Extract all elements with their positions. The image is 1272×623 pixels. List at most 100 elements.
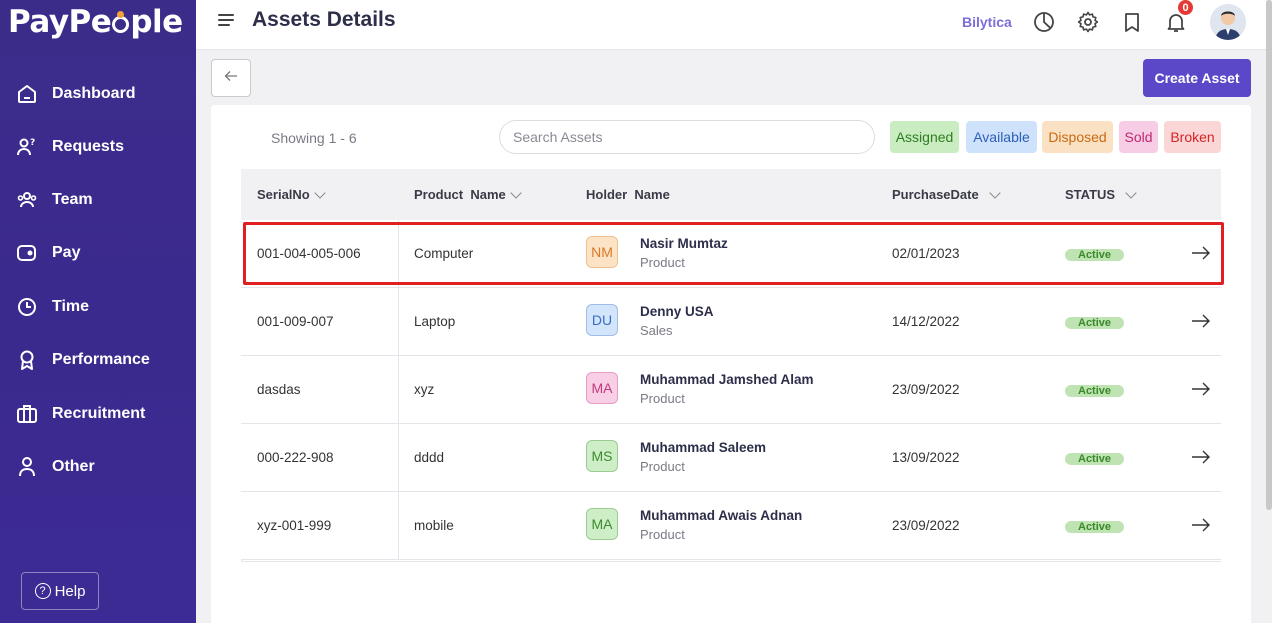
status-badge: Active [1065, 453, 1125, 465]
wallet-icon [16, 242, 38, 264]
filter-chip-available[interactable]: Available [966, 121, 1037, 153]
holder-name: Denny USA [640, 304, 714, 319]
briefcase-icon [16, 403, 38, 425]
status-badge: Active [1065, 317, 1125, 329]
logo-text-pre: PayPe [8, 4, 112, 40]
assets-card: Showing 1 - 6 Assigned Available Dispose… [211, 105, 1251, 623]
purchase-date: 23/09/2022 [892, 518, 960, 533]
arrow-right-icon[interactable] [1191, 380, 1211, 398]
product-name: dddd [414, 450, 445, 465]
table-row[interactable]: dasdas xyz MA Muhammad Jamshed Alam Product 2… [241, 356, 1221, 424]
product-name: mobile [414, 518, 454, 533]
logo-dot-icon [112, 11, 130, 33]
arrow-right-icon[interactable] [1191, 516, 1211, 534]
award-icon [16, 349, 38, 371]
sidebar-item-label: Performance [52, 351, 150, 368]
sidebar-item-time[interactable]: Time [0, 289, 196, 325]
help-button[interactable]: ? Help [21, 572, 99, 610]
serial-number: xyz-001-999 [257, 518, 332, 533]
pie-chart-icon[interactable] [1032, 10, 1056, 34]
sidebar-item-label: Other [52, 458, 95, 475]
sidebar-item-label: Dashboard [52, 85, 136, 102]
page-title: Assets Details [252, 8, 396, 31]
status-badge: Active [1065, 521, 1125, 533]
holder-name: Muhammad Saleem [640, 440, 767, 455]
help-icon: ? [34, 583, 51, 599]
sidebar-item-label: Recruitment [52, 405, 146, 422]
scrollbar[interactable] [1266, 0, 1272, 623]
purchase-date: 14/12/2022 [892, 314, 960, 329]
serial-number: 001-009-007 [257, 314, 334, 329]
column-header-status[interactable]: STATUS [1065, 186, 1137, 202]
arrow-right-icon[interactable] [1191, 312, 1211, 330]
home-icon [16, 83, 38, 105]
status-badge: Active [1065, 385, 1125, 397]
person-icon [16, 456, 38, 478]
column-header-holder-name: Holder Name [586, 187, 670, 202]
chevron-down-icon [314, 186, 326, 199]
column-header-purchase-date[interactable]: PurchaseDate [892, 186, 1001, 202]
chevron-down-icon [510, 186, 522, 199]
serial-number: 000-222-908 [257, 450, 334, 465]
table-row[interactable]: xyz-001-999 mobile MA Muhammad Awais Adnan P… [241, 492, 1221, 560]
holder-department: Product [640, 527, 685, 542]
holder-department: Product [640, 459, 685, 474]
team-icon [16, 189, 38, 211]
arrow-right-icon[interactable] [1191, 448, 1211, 466]
purchase-date: 13/09/2022 [892, 450, 960, 465]
svg-text:?: ? [30, 138, 35, 148]
holder-department: Sales [640, 323, 673, 338]
filter-chip-broken[interactable]: Broken [1164, 121, 1221, 153]
top-bar: Assets Details Bilytica 0 [196, 0, 1272, 50]
sidebar-item-label: Pay [52, 244, 81, 261]
table-row[interactable]: 000-222-908 dddd MS Muhammad Saleem Product 1… [241, 424, 1221, 492]
sidebar-item-pay[interactable]: Pay [0, 235, 196, 271]
user-question-icon: ? [16, 136, 38, 158]
scrollbar-thumb[interactable] [1266, 0, 1272, 510]
sidebar: PayPe ple Dashboard ? Requests Team Pay [0, 0, 196, 623]
back-button[interactable] [211, 59, 251, 97]
filter-chip-assigned[interactable]: Assigned [890, 121, 959, 153]
create-asset-button[interactable]: Create Asset [1143, 59, 1251, 97]
column-header-product-name[interactable]: Product Name [414, 186, 522, 202]
sidebar-item-requests[interactable]: ? Requests [0, 129, 196, 165]
sidebar-item-dashboard[interactable]: Dashboard [0, 76, 196, 112]
purchase-date: 23/09/2022 [892, 382, 960, 397]
notification-badge: 0 [1176, 0, 1195, 17]
company-link[interactable]: Bilytica [962, 14, 1012, 30]
chevron-down-icon [1125, 186, 1137, 199]
holder-department: Product [640, 391, 685, 406]
bookmark-icon[interactable] [1120, 10, 1144, 34]
sidebar-item-other[interactable]: Other [0, 449, 196, 485]
filter-chip-disposed[interactable]: Disposed [1042, 121, 1113, 153]
sidebar-item-label: Time [52, 298, 90, 315]
holder-initials-avatar: MS [586, 440, 618, 472]
sidebar-item-performance[interactable]: Performance [0, 342, 196, 378]
holder-initials-avatar: MA [586, 508, 618, 540]
table-row[interactable]: 001-009-007 Laptop DU Denny USA Sales 14/12/2… [241, 288, 1221, 356]
chevron-down-icon [989, 186, 1001, 199]
showing-count: Showing 1 - 6 [271, 130, 357, 146]
sidebar-item-label: Requests [52, 138, 125, 155]
selected-row-highlight [243, 222, 1224, 285]
avatar[interactable] [1210, 4, 1246, 40]
column-header-serialno[interactable]: SerialNo [257, 186, 326, 202]
gear-icon[interactable] [1076, 10, 1100, 34]
sidebar-item-label: Team [52, 191, 93, 208]
logo-text-post: ple [130, 4, 183, 40]
holder-name: Muhammad Awais Adnan [640, 508, 803, 523]
holder-name: Muhammad Jamshed Alam [640, 372, 814, 387]
serial-number: dasdas [257, 382, 301, 397]
sidebar-item-team[interactable]: Team [0, 182, 196, 218]
sidebar-item-recruitment[interactable]: Recruitment [0, 396, 196, 432]
help-label: Help [54, 582, 86, 600]
menu-icon[interactable] [218, 14, 236, 28]
filter-chip-sold[interactable]: Sold [1119, 121, 1158, 153]
table-header: SerialNo Product Name Holder Name Purcha… [241, 169, 1221, 220]
product-name: xyz [414, 382, 435, 397]
paypeople-logo[interactable]: PayPe ple [8, 4, 183, 40]
arrow-left-icon [224, 69, 238, 87]
search-input[interactable] [499, 120, 875, 154]
clock-icon [16, 296, 38, 318]
holder-initials-avatar: DU [586, 304, 618, 336]
